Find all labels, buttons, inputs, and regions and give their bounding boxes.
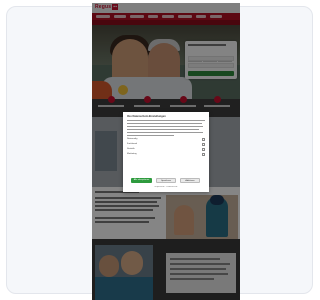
cookie-option-label: Funktional [127, 142, 138, 145]
checkbox[interactable] [202, 152, 205, 156]
cookie-option-label: Notwendig [127, 137, 138, 140]
cookie-option[interactable]: Notwendig [127, 137, 205, 141]
checkbox[interactable] [202, 142, 205, 146]
dialog-buttons: Alle akzeptieren Speichern Ablehnen [127, 178, 205, 183]
save-settings-button[interactable]: Speichern [156, 178, 176, 183]
cookie-consent-dialog: Ihre Datenschutz-Einstellungen Notwendig… [123, 112, 209, 192]
dialog-footer-links[interactable]: Impressum · Datenschutz [143, 186, 189, 189]
cookie-option[interactable]: Marketing [127, 152, 205, 156]
accept-all-button[interactable]: Alle akzeptieren [131, 178, 152, 183]
cookie-option-label: Marketing [127, 152, 137, 155]
dialog-title: Ihre Datenschutz-Einstellungen [127, 115, 166, 118]
checkbox[interactable] [202, 147, 205, 151]
cookie-option-label: Statistik [127, 147, 135, 150]
cookie-option[interactable]: Funktional [127, 142, 205, 146]
checkbox[interactable] [202, 137, 205, 141]
cookie-option[interactable]: Statistik [127, 147, 205, 151]
reject-button[interactable]: Ablehnen [180, 178, 200, 183]
